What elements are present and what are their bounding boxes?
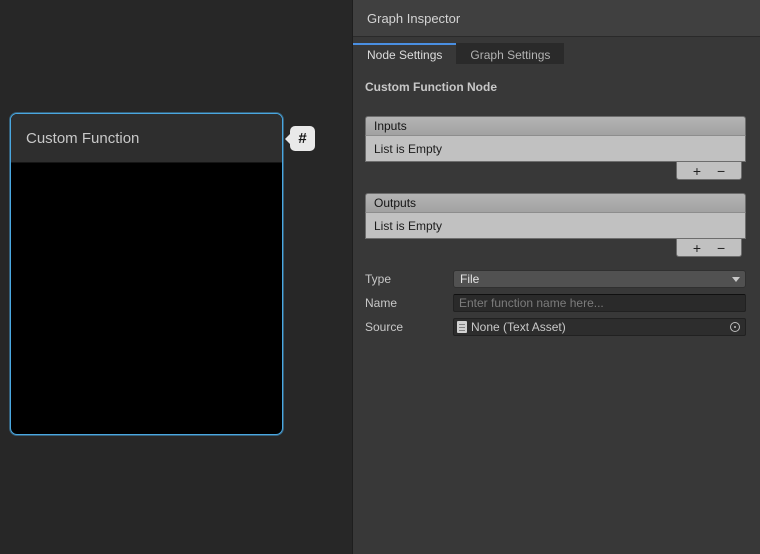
object-picker-icon[interactable]	[727, 320, 743, 334]
name-label: Name	[365, 296, 453, 310]
inspector-title-bar[interactable]: Graph Inspector	[353, 0, 760, 37]
function-name-input[interactable]	[453, 294, 746, 312]
inputs-list-footer: + −	[365, 162, 746, 180]
inputs-empty-label: List is Empty	[374, 142, 442, 156]
tab-graph-settings[interactable]: Graph Settings	[456, 43, 564, 64]
inputs-add-button[interactable]: +	[693, 165, 701, 177]
custom-function-node[interactable]: Custom Function	[10, 113, 283, 435]
outputs-remove-button[interactable]: −	[717, 242, 725, 254]
tab-graph-settings-label: Graph Settings	[470, 48, 550, 62]
text-asset-icon	[457, 321, 467, 333]
inputs-list-empty-row: List is Empty	[365, 136, 746, 162]
hash-badge-icon[interactable]: #	[290, 126, 315, 151]
object-picker-ring	[730, 322, 740, 332]
inputs-remove-button[interactable]: −	[717, 165, 725, 177]
type-label: Type	[365, 272, 453, 286]
type-dropdown-value: File	[460, 272, 479, 286]
inputs-list-footer-bar: + −	[676, 162, 742, 180]
node-title: Custom Function	[26, 130, 139, 147]
outputs-list-footer-bar: + −	[676, 239, 742, 257]
outputs-list-footer: + −	[365, 239, 746, 257]
inspector-content: Custom Function Node Inputs List is Empt…	[353, 64, 760, 336]
name-row: Name	[365, 294, 746, 312]
source-object-field[interactable]: None (Text Asset)	[453, 318, 746, 336]
type-row: Type File	[365, 270, 746, 288]
node-settings-heading: Custom Function Node	[365, 80, 746, 94]
inspector-tabs: Node Settings Graph Settings	[353, 43, 760, 64]
inputs-list-header: Inputs	[365, 116, 746, 136]
graph-inspector-panel: Graph Inspector Node Settings Graph Sett…	[352, 0, 760, 554]
outputs-empty-label: List is Empty	[374, 219, 442, 233]
tab-node-settings-label: Node Settings	[367, 48, 442, 62]
inputs-list: Inputs List is Empty + −	[365, 116, 746, 180]
graph-canvas[interactable]: Custom Function # Graph Inspector Node S…	[0, 0, 760, 554]
inspector-title: Graph Inspector	[367, 11, 460, 26]
outputs-list-header: Outputs	[365, 193, 746, 213]
outputs-list-empty-row: List is Empty	[365, 213, 746, 239]
source-row: Source None (Text Asset)	[365, 318, 746, 336]
source-label: Source	[365, 320, 453, 334]
outputs-list: Outputs List is Empty + −	[365, 193, 746, 257]
outputs-add-button[interactable]: +	[693, 242, 701, 254]
source-object-value: None (Text Asset)	[471, 320, 566, 334]
outputs-list-title: Outputs	[374, 196, 416, 210]
tab-node-settings[interactable]: Node Settings	[353, 43, 456, 64]
type-dropdown[interactable]: File	[453, 270, 746, 288]
inputs-list-title: Inputs	[374, 119, 407, 133]
node-header[interactable]: Custom Function	[11, 114, 282, 163]
hash-badge-label: #	[298, 130, 306, 147]
